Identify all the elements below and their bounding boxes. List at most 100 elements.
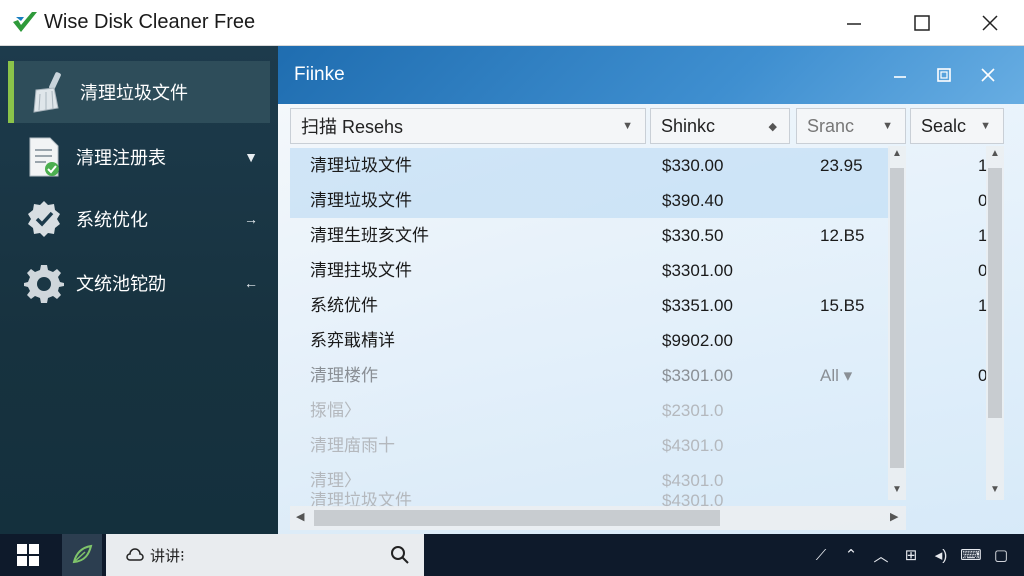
column-header-label: 扫描 Resehs bbox=[301, 117, 404, 137]
table-row[interactable]: 清理垃圾文件 $330.00 23.95 1 bbox=[290, 148, 987, 183]
panel-close-button[interactable] bbox=[966, 55, 1010, 95]
scroll-down-icon[interactable]: ▼ bbox=[986, 484, 1004, 495]
cloud-icon bbox=[126, 548, 144, 561]
row-size-cell: $2301.0 bbox=[662, 401, 724, 420]
row-size-cell: $330.00 bbox=[662, 156, 724, 175]
horizontal-scrollbar[interactable]: ◀ ▶ bbox=[290, 506, 906, 530]
table-row[interactable]: 清理垃圾文件 $390.40 0 bbox=[290, 183, 987, 218]
row-name-cell: 清理垃圾文件 bbox=[310, 156, 412, 175]
column-header-size[interactable]: Shinkc ◆ bbox=[650, 108, 790, 144]
scroll-thumb[interactable] bbox=[890, 168, 904, 468]
restore-icon bbox=[937, 68, 951, 82]
vertical-scrollbar-2[interactable]: ▲ ▼ bbox=[986, 146, 1004, 500]
search-text: 讲讲⁝ bbox=[150, 547, 185, 565]
registry-document-icon bbox=[22, 135, 66, 179]
arrow-right-icon: → bbox=[244, 211, 258, 227]
panel-header: Fiinke bbox=[278, 46, 1024, 104]
scroll-thumb[interactable] bbox=[988, 168, 1002, 418]
row-name-cell: 系弈戢棈详 bbox=[310, 331, 395, 350]
close-icon bbox=[981, 68, 995, 82]
column-header-scan-count[interactable]: Sranc ▼ bbox=[796, 108, 906, 144]
app-title: Wise Disk Cleaner Free bbox=[44, 11, 256, 33]
panel-minimize-button[interactable] bbox=[878, 55, 922, 95]
chevron-down-icon: ▼ bbox=[980, 120, 991, 132]
notification-icon[interactable]: ▢ bbox=[986, 540, 1016, 570]
sidebar-item-label: 系统优化 bbox=[76, 210, 148, 230]
table-row[interactable]: 系统优件 $3351.00 15.B5 1 bbox=[290, 288, 987, 323]
results-table: 扫描 Resehs ▼ Shinkc ◆ Sranc ▼ Sealc ▼ 清理垃… bbox=[278, 104, 1024, 534]
app-leaf-icon bbox=[72, 544, 93, 564]
column-header-label: Sranc bbox=[807, 115, 855, 136]
row-size-cell: $390.40 bbox=[662, 191, 724, 210]
maximize-button[interactable] bbox=[888, 0, 956, 46]
row-size-cell: $3301.00 bbox=[662, 261, 733, 280]
table-row[interactable]: 清理拄圾文件 $3301.00 0 bbox=[290, 253, 987, 288]
panel-title: Fiinke bbox=[294, 64, 345, 85]
sidebar-item-label: 文统池铊劭 bbox=[76, 274, 166, 294]
row-name-cell: 清理拄圾文件 bbox=[310, 261, 412, 280]
taskbar-search-box[interactable]: 讲讲⁝ bbox=[106, 534, 424, 576]
app-logo-icon bbox=[13, 11, 37, 32]
row-count-cell: All ▾ bbox=[820, 366, 853, 385]
start-button[interactable] bbox=[0, 534, 56, 576]
maximize-icon bbox=[914, 15, 930, 31]
sidebar-item-registry[interactable]: 清理注册表 ▼ bbox=[10, 126, 272, 188]
sidebar-item-label: 清理注册表 bbox=[76, 148, 166, 168]
shield-check-icon bbox=[22, 197, 66, 241]
row-size-cell: $3351.00 bbox=[662, 296, 733, 315]
scroll-down-icon[interactable]: ▼ bbox=[888, 484, 906, 495]
chevron-up-icon[interactable]: ︿ bbox=[866, 540, 896, 570]
sidebar: 清理垃圾文件 清理注册表 ▼ 系统优化 → 文统池铊劭 ← bbox=[0, 46, 278, 534]
row-name-cell: 清理庿雨十 bbox=[310, 436, 395, 455]
row-name-cell: 清理生班亥文件 bbox=[310, 226, 429, 245]
scroll-right-icon[interactable]: ▶ bbox=[890, 510, 898, 523]
minimize-icon bbox=[894, 76, 906, 78]
minimize-icon bbox=[847, 23, 861, 25]
column-header-scan[interactable]: 扫描 Resehs ▼ bbox=[290, 108, 646, 144]
system-tray: ⟋ ⌃ ︿ ⊞ ◂) ⌨ ▢ bbox=[806, 540, 1016, 570]
search-icon bbox=[391, 546, 409, 564]
row-size-cell: $3301.00 bbox=[662, 366, 733, 385]
row-size-cell: $4301.0 bbox=[662, 436, 724, 455]
table-row[interactable]: 清理楼作 $3301.00 All ▾ 0 bbox=[290, 358, 987, 393]
title-bar: Wise Disk Cleaner Free bbox=[0, 0, 1024, 46]
panel-restore-button[interactable] bbox=[922, 55, 966, 95]
scroll-up-icon[interactable]: ▲ bbox=[888, 148, 906, 159]
table-row[interactable]: 清理生班亥文件 $330.50 12.B5 1 bbox=[290, 218, 987, 253]
volume-icon[interactable]: ◂) bbox=[926, 540, 956, 570]
chevron-down-icon: ▼ bbox=[882, 120, 893, 132]
row-count-cell: 15.B5 bbox=[820, 296, 865, 315]
scroll-up-icon[interactable]: ▲ bbox=[986, 148, 1004, 159]
sidebar-item-system-tools[interactable]: 文统池铊劭 ← bbox=[10, 252, 272, 314]
row-name-cell: 清理楼作 bbox=[310, 366, 378, 385]
taskbar: 讲讲⁝ ⟋ ⌃ ︿ ⊞ ◂) ⌨ ▢ bbox=[0, 534, 1024, 576]
row-name-cell: 揼愊〉 bbox=[310, 401, 361, 420]
signal-icon[interactable]: ⟋ bbox=[806, 540, 836, 570]
scroll-left-icon[interactable]: ◀ bbox=[296, 510, 304, 523]
scroll-thumb[interactable] bbox=[314, 510, 720, 526]
row-count-cell: 12.B5 bbox=[820, 226, 865, 245]
row-count-cell: 23.95 bbox=[820, 156, 863, 175]
row-name-cell: 清理垃圾文件 bbox=[310, 191, 412, 210]
grid-icon[interactable]: ⊞ bbox=[896, 540, 926, 570]
column-header-select[interactable]: Sealc ▼ bbox=[910, 108, 1004, 144]
arrow-left-icon: ← bbox=[244, 275, 258, 291]
sidebar-item-clean-junk[interactable]: 清理垃圾文件 bbox=[8, 61, 270, 123]
gear-icon bbox=[22, 261, 66, 305]
table-row[interactable]: 揼愊〉 $2301.0 bbox=[290, 393, 890, 428]
sidebar-item-label: 清理垃圾文件 bbox=[80, 83, 188, 103]
sidebar-item-system-optimize[interactable]: 系统优化 → bbox=[10, 188, 272, 250]
network-icon[interactable]: ⌃ bbox=[836, 540, 866, 570]
table-row[interactable]: 清理庿雨十 $4301.0 bbox=[290, 428, 890, 463]
taskbar-app-wise-cleaner[interactable] bbox=[62, 534, 102, 576]
keyboard-icon[interactable]: ⌨ bbox=[956, 540, 986, 570]
vertical-scrollbar[interactable]: ▲ ▼ bbox=[888, 146, 906, 500]
table-row[interactable]: 系弈戢棈详 $9902.00 bbox=[290, 323, 890, 358]
sort-icon: ◆ bbox=[768, 120, 777, 133]
windows-logo-icon bbox=[17, 544, 39, 566]
column-header-label: Shinkc bbox=[661, 115, 716, 136]
close-button[interactable] bbox=[956, 0, 1024, 46]
minimize-button[interactable] bbox=[820, 0, 888, 46]
row-name-cell: 系统优件 bbox=[310, 296, 378, 315]
close-icon bbox=[982, 15, 998, 31]
